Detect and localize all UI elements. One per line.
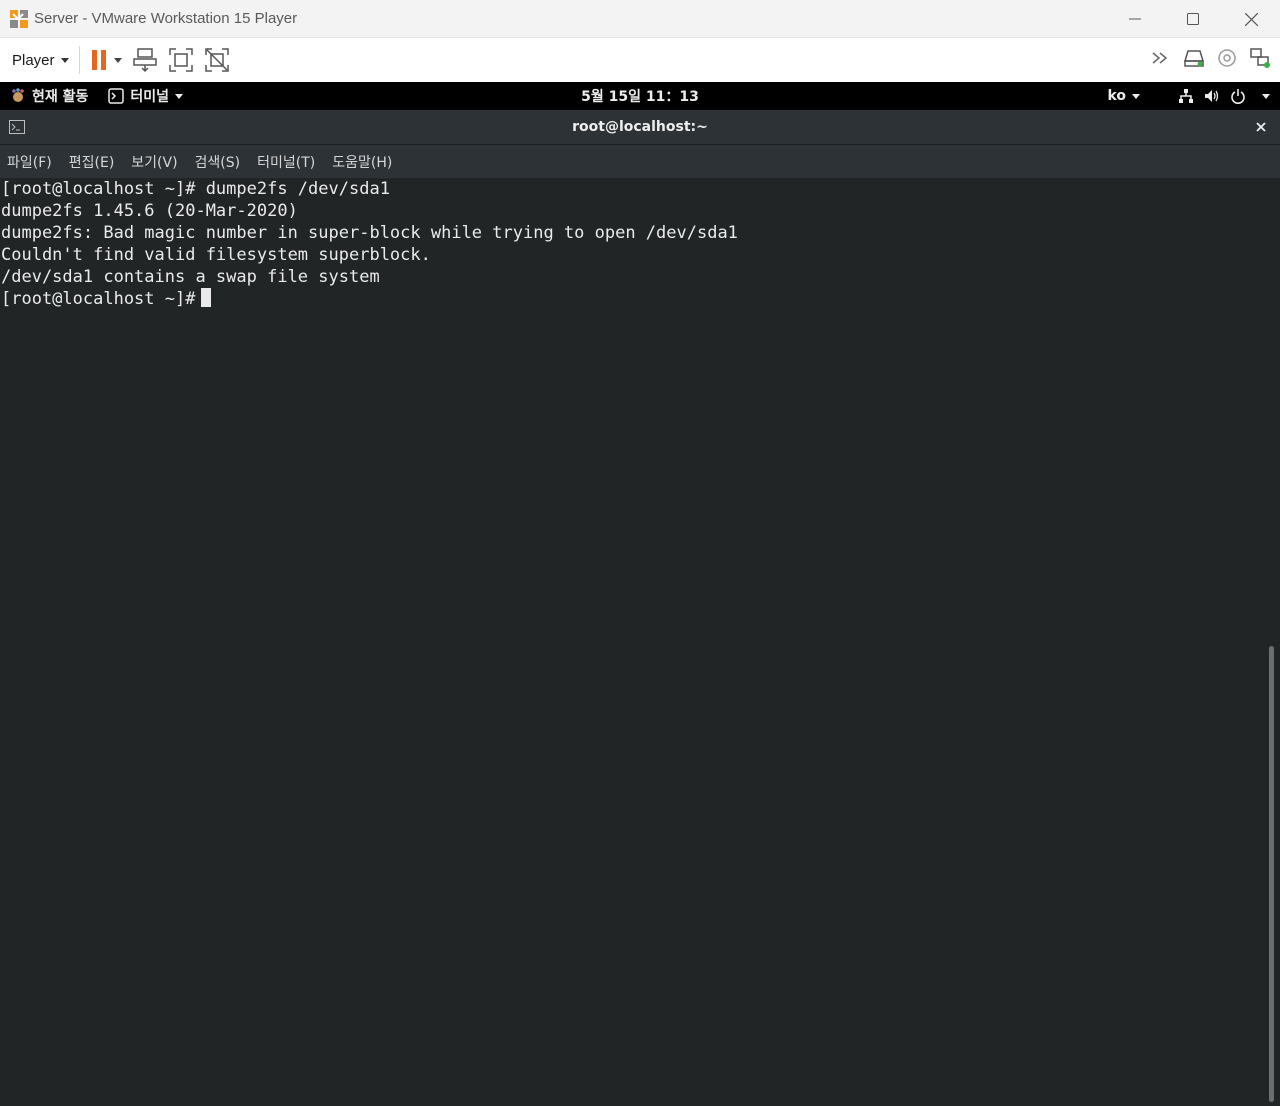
player-menu[interactable]: Player <box>12 52 69 69</box>
maximize-button[interactable] <box>1164 0 1222 38</box>
minimize-button[interactable] <box>1106 0 1164 38</box>
chevron-down-icon <box>1132 93 1140 99</box>
chevron-down-icon <box>175 93 184 99</box>
terminal-title: root@localhost:~ <box>572 119 708 135</box>
hard-disk-icon[interactable] <box>1182 47 1206 73</box>
send-ctrl-alt-del-button[interactable] <box>132 45 158 75</box>
unity-button[interactable] <box>204 45 230 75</box>
vmware-logo-icon <box>8 8 30 30</box>
scrollbar-thumb[interactable] <box>1269 646 1274 1102</box>
menu-terminal[interactable]: 터미널(T) <box>257 152 315 172</box>
network-adapter-icon[interactable] <box>1248 47 1272 73</box>
activities-label: 현재 활동 <box>32 89 89 105</box>
minimize-icon <box>1129 18 1141 20</box>
gnome-foot-icon <box>12 88 24 102</box>
terminal-prompt: [root@localhost ~]# <box>1 289 196 309</box>
window-titlebar: Server - VMware Workstation 15 Player <box>0 0 1280 38</box>
close-icon <box>1256 122 1266 132</box>
menu-search[interactable]: 검색(S) <box>195 152 241 172</box>
terminal-headerbar: root@localhost:~ <box>0 110 1280 145</box>
vmware-toolbar: Player <box>0 38 1280 82</box>
menu-help[interactable]: 도움말(H) <box>332 152 392 172</box>
toolbar-divider <box>78 46 80 74</box>
app-menu[interactable]: 터미널 <box>108 86 184 106</box>
terminal-line: dumpe2fs 1.45.6 (20-Mar-2020) <box>1 201 298 221</box>
chevron-down-icon <box>1262 93 1270 99</box>
terminal-line: /dev/sda1 contains a swap file system <box>1 267 380 287</box>
terminal-output[interactable]: [root@localhost ~]# dumpe2fs /dev/sda1 d… <box>0 178 1280 1106</box>
volume-icon <box>1205 90 1219 102</box>
terminal-app-icon <box>108 88 125 104</box>
network-icon <box>1179 89 1193 103</box>
terminal-line: dumpe2fs: Bad magic number in super-bloc… <box>1 223 738 243</box>
pause-icon <box>91 50 122 70</box>
system-menu[interactable] <box>1178 88 1270 104</box>
close-button[interactable] <box>1222 0 1280 38</box>
player-menu-label: Player <box>12 51 55 69</box>
terminal-line: [root@localhost ~]# dumpe2fs /dev/sda1 <box>1 179 390 199</box>
terminal-prompt-line: [root@localhost ~]# <box>0 288 1280 310</box>
language-label: ko <box>1107 88 1126 104</box>
pause-button[interactable] <box>90 45 122 75</box>
chevrons-icon[interactable] <box>1150 48 1172 72</box>
scrollbar[interactable] <box>1268 178 1278 1106</box>
gnome-top-bar: 현재 활동 터미널 5월 15일 11：13 ko <box>0 82 1280 110</box>
power-icon <box>1231 89 1245 104</box>
cd-icon[interactable] <box>1216 47 1238 73</box>
menu-file[interactable]: 파일(F) <box>7 152 52 172</box>
window-title: Server - VMware Workstation 15 Player <box>34 10 298 27</box>
terminal-menubar: 파일(F) 편집(E) 보기(V) 검색(S) 터미널(T) 도움말(H) <box>0 145 1280 178</box>
terminal-line: Couldn't find valid filesystem superbloc… <box>1 245 431 265</box>
app-menu-label: 터미널 <box>130 89 170 105</box>
clock[interactable]: 5월 15일 11：13 <box>581 89 699 105</box>
fullscreen-button[interactable] <box>168 45 194 75</box>
menu-edit[interactable]: 편집(E) <box>69 152 115 172</box>
send-ctrl-alt-del-icon <box>132 48 157 73</box>
fullscreen-icon <box>168 48 193 72</box>
chevron-down-icon <box>60 57 69 63</box>
maximize-icon <box>1187 13 1199 25</box>
close-icon <box>1244 12 1258 26</box>
terminal-window-icon <box>9 120 25 134</box>
menu-view[interactable]: 보기(V) <box>131 152 177 172</box>
input-language-menu[interactable]: ko <box>1107 88 1140 104</box>
activities-button[interactable]: 현재 활동 <box>10 86 88 106</box>
terminal-cursor <box>201 288 212 307</box>
unity-icon <box>204 48 229 72</box>
terminal-close-button[interactable] <box>1252 118 1270 136</box>
